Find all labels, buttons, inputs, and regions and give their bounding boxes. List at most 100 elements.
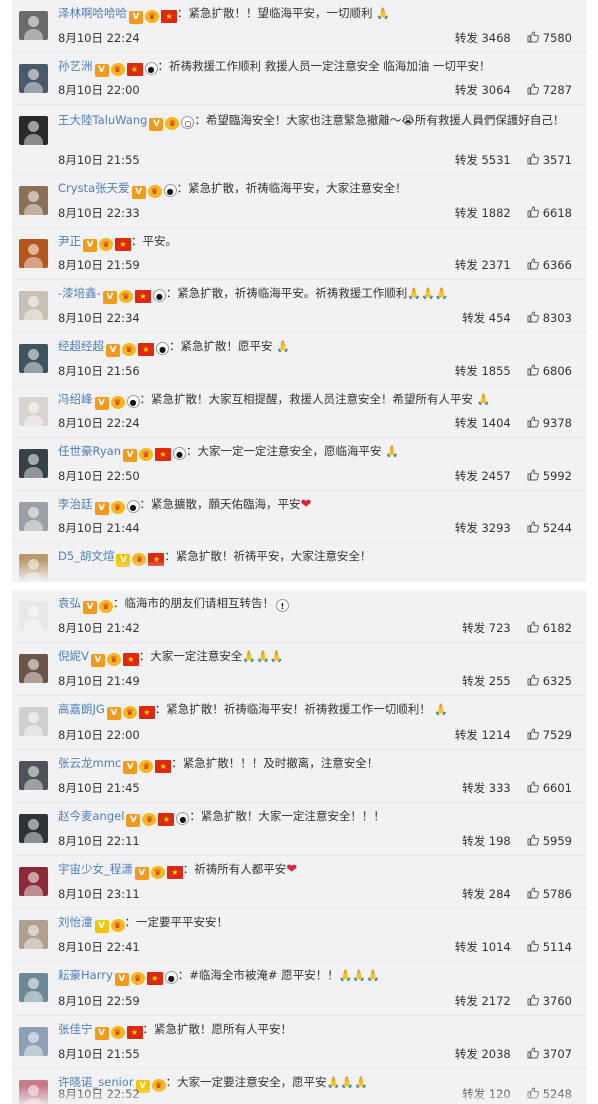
username-link[interactable]: Crysta张天爱 xyxy=(58,181,130,195)
avatar[interactable] xyxy=(19,760,48,790)
thumbs-up-icon xyxy=(527,781,539,793)
repost-button[interactable]: 转发 723 xyxy=(462,621,511,635)
avatar[interactable] xyxy=(19,866,48,896)
repost-button[interactable]: 转发 1014 xyxy=(455,940,511,954)
like-button[interactable]: 8303 xyxy=(527,311,572,325)
like-button[interactable]: 6366 xyxy=(527,258,572,272)
username-link[interactable]: 孙艺洲 xyxy=(58,59,93,73)
repost-button[interactable]: 转发 284 xyxy=(462,887,511,901)
comment-row: 王大陸TaluWang V ♛ ○ ：希望臨海安全！大家也注意緊急撤離～😭所有救援人員們… xyxy=(12,105,586,176)
avatar[interactable] xyxy=(19,920,48,950)
thumbs-up-icon xyxy=(527,940,539,952)
repost-button[interactable]: 转发 3468 xyxy=(455,31,511,45)
repost-button[interactable]: 转发 3293 xyxy=(455,521,511,535)
repost-button[interactable]: 转发 454 xyxy=(462,311,511,325)
like-button[interactable]: 9378 xyxy=(527,416,572,430)
username-link[interactable]: 张佳宁 xyxy=(58,1022,93,1036)
username-link[interactable]: 经超经超 xyxy=(58,339,104,353)
comment-stats: 转发 1214 7529 xyxy=(455,727,572,743)
avatar[interactable] xyxy=(19,63,48,93)
avatar[interactable] xyxy=(19,449,48,479)
like-button[interactable]: 6601 xyxy=(527,781,572,795)
comment-list-top: 泽林啊哈哈哈 V ♛ ★ ：紧急扩散！！望临海平安，一切顺利 🙏 8月10日 22:24 转… xyxy=(12,0,586,582)
repost-label: 转发 xyxy=(462,887,486,902)
like-button[interactable]: 5114 xyxy=(527,940,572,954)
repost-label: 转发 xyxy=(454,468,478,483)
avatar[interactable] xyxy=(19,813,48,843)
like-button[interactable]: 6806 xyxy=(527,364,572,378)
username-link[interactable]: 赵今麦angel xyxy=(58,809,124,823)
repost-button[interactable]: 转发 5531 xyxy=(455,153,511,167)
verified-v-icon: V xyxy=(123,760,138,774)
repost-label: 转发 xyxy=(462,780,486,795)
avatar[interactable] xyxy=(19,116,48,146)
repost-button[interactable]: 转发 333 xyxy=(462,781,511,795)
like-button[interactable]: 5959 xyxy=(527,834,572,848)
repost-label: 转发 xyxy=(454,993,478,1008)
avatar[interactable] xyxy=(19,291,48,321)
avatar[interactable] xyxy=(19,654,48,684)
username-link[interactable]: 袁弘 xyxy=(58,596,81,610)
repost-button[interactable]: 转发 1214 xyxy=(455,728,511,742)
avatar[interactable] xyxy=(19,11,48,40)
username-link[interactable]: 李治廷 xyxy=(58,497,93,511)
username-link[interactable]: 张云龙mmc xyxy=(58,756,121,770)
repost-button[interactable]: 转发 255 xyxy=(462,674,511,688)
avatar[interactable] xyxy=(19,973,48,1003)
comment-stats: 转发 255 6325 xyxy=(462,673,572,689)
like-button[interactable]: 3707 xyxy=(527,1047,572,1061)
avatar[interactable] xyxy=(19,396,48,426)
avatar[interactable] xyxy=(19,601,48,630)
username-link[interactable]: -漆培鑫- xyxy=(58,286,101,300)
repost-count: 1014 xyxy=(481,940,511,955)
thumbs-up-icon xyxy=(527,364,539,376)
username-link[interactable]: 王大陸TaluWang xyxy=(58,113,147,127)
timestamp: 8月10日 22:50 xyxy=(58,468,140,483)
username-link[interactable]: 高嘉朗JG xyxy=(58,702,105,716)
repost-button[interactable]: 转发 1404 xyxy=(455,416,511,430)
like-count: 6806 xyxy=(542,363,572,378)
like-button[interactable]: 6325 xyxy=(527,674,572,688)
like-button[interactable]: 3760 xyxy=(527,994,572,1008)
repost-button[interactable]: 转发 2038 xyxy=(455,1047,511,1061)
comment-stats: 转发 3064 7287 xyxy=(455,82,572,98)
avatar[interactable] xyxy=(19,501,48,531)
repost-button[interactable]: 转发 2457 xyxy=(455,469,511,483)
like-button[interactable]: 5244 xyxy=(527,521,572,535)
repost-button[interactable]: 转发 2172 xyxy=(455,994,511,1008)
comment-line: 经超经超 V ♛ ★ ● ：紧急扩散！愿平安 🙏 xyxy=(58,339,580,357)
repost-button[interactable]: 转发 1855 xyxy=(455,364,511,378)
username-link[interactable]: 尹正 xyxy=(58,234,81,248)
username-link[interactable]: 耘豪Harry xyxy=(58,968,113,982)
china-flag-icon: ★ xyxy=(138,706,155,720)
username-link[interactable]: 泽林啊哈哈哈 xyxy=(58,6,127,20)
repost-button[interactable]: 转发 2371 xyxy=(455,258,511,272)
like-button[interactable]: 7287 xyxy=(527,83,572,97)
verified-v-icon: V xyxy=(134,866,149,880)
like-button[interactable]: 5786 xyxy=(527,887,572,901)
comment-text: ：#临海全市被淹# 愿平安！！ xyxy=(177,968,339,983)
avatar[interactable] xyxy=(19,1026,48,1056)
username-link[interactable]: 刘怡潼 xyxy=(58,915,93,929)
username-link[interactable]: 任世豪Ryan xyxy=(58,444,121,458)
like-button[interactable]: 5992 xyxy=(527,469,572,483)
repost-button[interactable]: 转发 3064 xyxy=(455,83,511,97)
username-link[interactable]: 倪妮V xyxy=(58,649,89,663)
avatar[interactable] xyxy=(19,707,48,737)
like-button[interactable]: 6618 xyxy=(527,206,572,220)
china-flag-icon: ★ xyxy=(134,290,151,304)
member-crown-icon: ♛ xyxy=(110,919,125,933)
like-button[interactable]: 6182 xyxy=(527,621,572,635)
repost-button[interactable]: 转发 1882 xyxy=(455,206,511,220)
like-button[interactable]: 3571 xyxy=(527,153,572,167)
like-button[interactable]: 7580 xyxy=(527,31,572,45)
thumbs-up-icon xyxy=(527,31,539,43)
repost-button[interactable]: 转发 198 xyxy=(462,834,511,848)
avatar[interactable] xyxy=(19,343,48,373)
like-button[interactable]: 7529 xyxy=(527,728,572,742)
avatar[interactable] xyxy=(19,238,48,268)
username-link[interactable]: 冯绍峰 xyxy=(58,392,93,406)
like-count: 6325 xyxy=(542,674,572,689)
username-link[interactable]: 宇宙少女_程潇 xyxy=(58,862,133,876)
avatar[interactable] xyxy=(19,186,48,216)
